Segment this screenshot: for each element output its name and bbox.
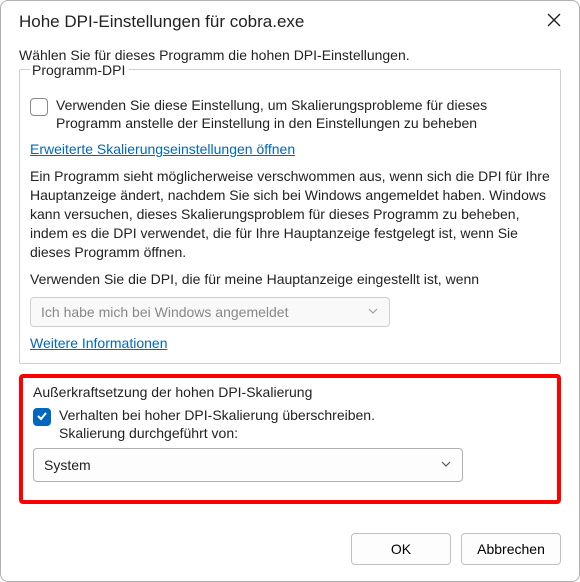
override-checkbox[interactable]: [33, 408, 51, 426]
checkmark-icon: [36, 409, 48, 425]
dpi-when-dropdown: Ich habe mich bei Windows angemeldet: [30, 297, 390, 327]
override-label-line2: Skalierung durchgeführt von:: [59, 425, 238, 441]
dialog-content: Wählen Sie für dieses Programm die hohen…: [1, 41, 579, 519]
chevron-down-icon: [440, 457, 452, 473]
scaling-performed-value: System: [44, 457, 432, 473]
override-label-line1: Verhalten bei hoher DPI-Skalierung übers…: [59, 407, 375, 423]
use-dpi-when-text: Verwenden Sie die DPI, die für meine Hau…: [30, 270, 550, 289]
more-info-link[interactable]: Weitere Informationen: [30, 335, 167, 351]
cancel-button[interactable]: Abbrechen: [461, 533, 561, 565]
use-setting-row: Verwenden Sie diese Einstellung, um Skal…: [30, 96, 550, 132]
use-setting-checkbox[interactable]: [30, 98, 48, 116]
dpi-settings-dialog: Hohe DPI-Einstellungen für cobra.exe Wäh…: [0, 0, 580, 582]
program-dpi-legend: Programm-DPI: [30, 62, 129, 78]
override-group-highlight: Außerkraftsetzung der hohen DPI-Skalieru…: [19, 374, 561, 504]
ok-button[interactable]: OK: [351, 533, 451, 565]
chevron-down-icon: [367, 304, 379, 320]
program-dpi-group: Programm-DPI Verwenden Sie diese Einstel…: [19, 69, 561, 364]
dialog-footer: OK Abbrechen: [1, 519, 579, 581]
titlebar: Hohe DPI-Einstellungen für cobra.exe: [1, 1, 579, 41]
scaling-performed-dropdown[interactable]: System: [33, 448, 463, 482]
override-label: Verhalten bei hoher DPI-Skalierung übers…: [59, 406, 375, 442]
override-group-legend: Außerkraftsetzung der hohen DPI-Skalieru…: [33, 384, 312, 400]
use-setting-label: Verwenden Sie diese Einstellung, um Skal…: [56, 96, 550, 132]
close-button[interactable]: [543, 11, 565, 33]
close-icon: [547, 12, 561, 32]
instruction-text: Wählen Sie für dieses Programm die hohen…: [19, 47, 561, 63]
dpi-when-dropdown-value: Ich habe mich bei Windows angemeldet: [41, 304, 359, 320]
blurry-explanation-text: Ein Programm sieht möglicherweise versch…: [30, 167, 550, 261]
window-title: Hohe DPI-Einstellungen für cobra.exe: [19, 12, 543, 32]
advanced-scaling-link[interactable]: Erweiterte Skalierungseinstellungen öffn…: [30, 140, 295, 159]
override-row: Verhalten bei hoher DPI-Skalierung übers…: [33, 406, 547, 442]
